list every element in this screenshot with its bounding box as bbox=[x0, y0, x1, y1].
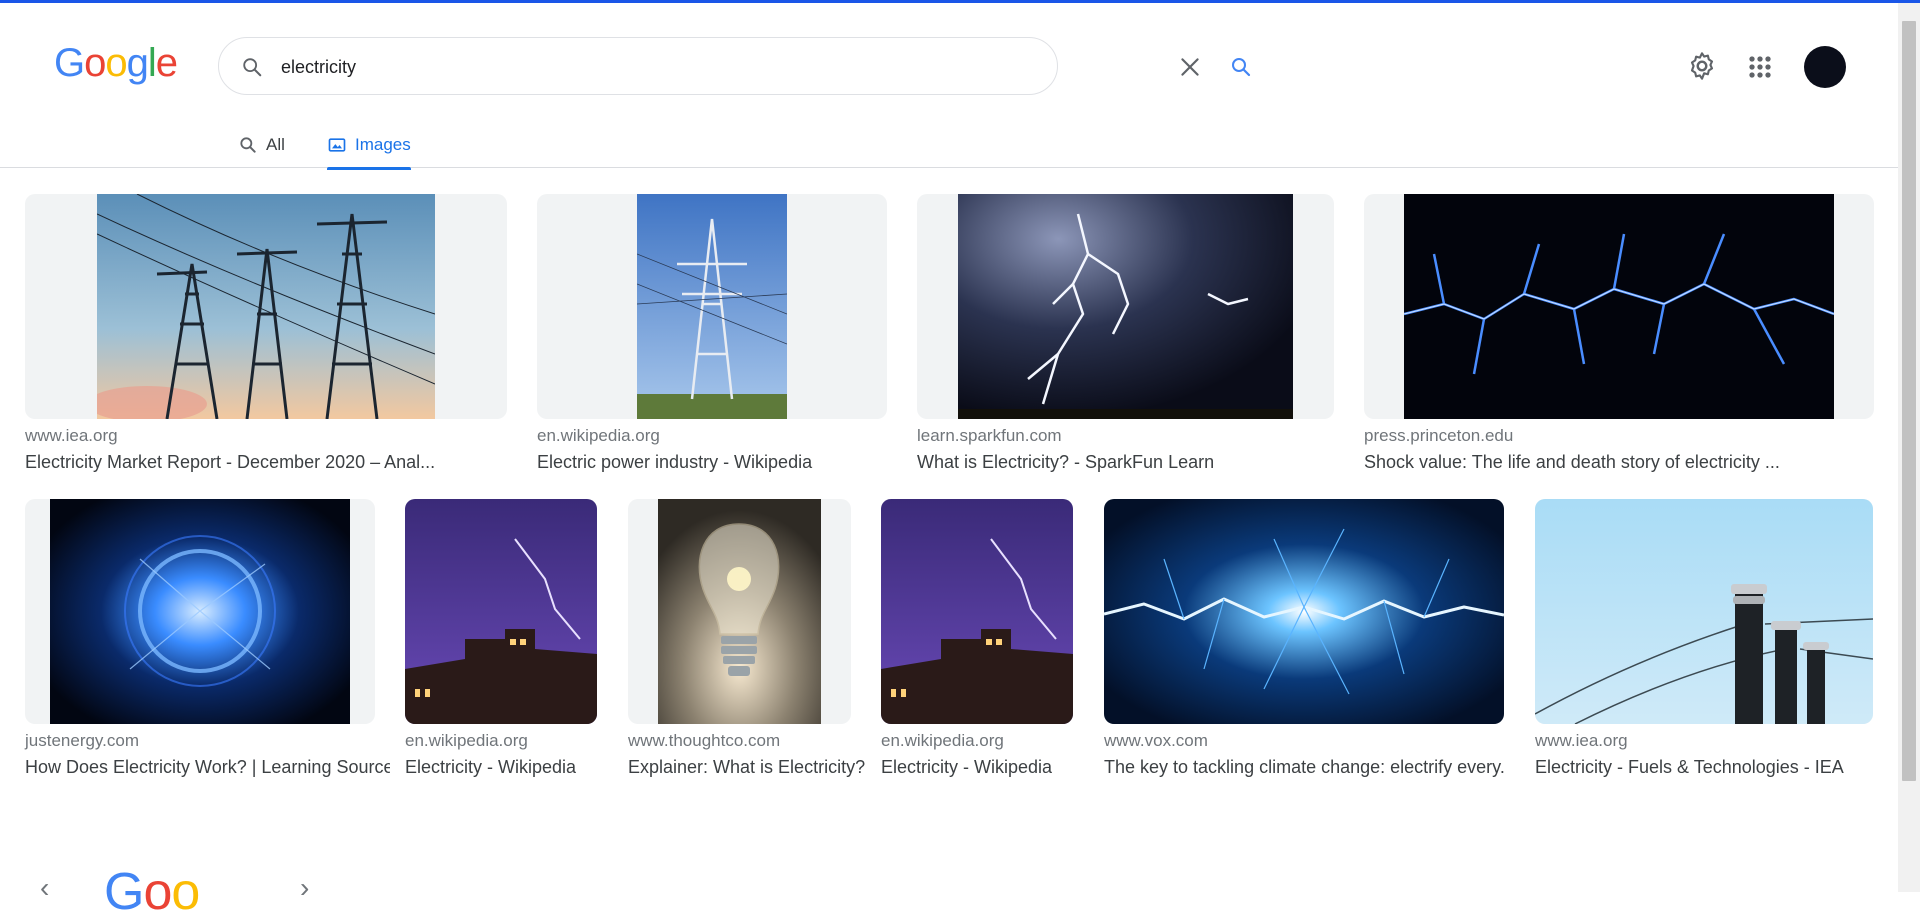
result-title[interactable]: Electricity Market Report - December 202… bbox=[25, 452, 507, 473]
search-box bbox=[218, 37, 1251, 95]
lightning-storm-image bbox=[958, 194, 1293, 419]
power-pylons-image bbox=[97, 194, 435, 419]
result-thumbnail-frame[interactable] bbox=[25, 194, 507, 419]
result-source[interactable]: justenergy.com bbox=[25, 731, 139, 751]
result-thumbnail-frame[interactable] bbox=[628, 499, 851, 724]
result-thumbnail-frame[interactable] bbox=[405, 499, 597, 724]
search-icon bbox=[240, 137, 256, 153]
image-result-card[interactable]: www.vox.com The key to tackling climate … bbox=[1104, 499, 1504, 789]
search-tabs: All Images bbox=[0, 121, 1898, 171]
image-result-card[interactable]: en.wikipedia.org Electricity - Wikipedia bbox=[881, 499, 1073, 789]
result-thumbnail-frame[interactable] bbox=[1535, 499, 1873, 724]
logo-letter: o bbox=[84, 41, 106, 85]
result-title[interactable]: Electricity - Fuels & Technologies - IEA bbox=[1535, 757, 1873, 778]
search-icon bbox=[243, 58, 262, 77]
google-logo[interactable]: Google bbox=[54, 41, 178, 86]
settings-icon[interactable] bbox=[1686, 50, 1718, 82]
tab-all[interactable]: All bbox=[238, 121, 285, 169]
result-title[interactable]: What is Electricity? - SparkFun Learn bbox=[917, 452, 1334, 473]
image-result-card[interactable]: en.wikipedia.org Electricity - Wikipedia bbox=[405, 499, 597, 789]
result-thumbnail-frame[interactable] bbox=[25, 499, 375, 724]
light-bulb-image bbox=[658, 499, 821, 724]
apps-grid-icon[interactable] bbox=[1744, 51, 1776, 83]
blue-electric-arcs-image bbox=[1404, 194, 1834, 419]
lightning-over-building-image bbox=[405, 499, 597, 724]
logo-letter: G bbox=[54, 41, 85, 85]
previous-page-arrow[interactable]: ‹ bbox=[40, 872, 49, 904]
result-title[interactable]: The key to tackling climate change: elec… bbox=[1104, 757, 1504, 778]
insulators-power-lines-image bbox=[1535, 499, 1873, 724]
image-result-card[interactable]: www.iea.org Electricity - Fuels & Techno… bbox=[1535, 499, 1873, 789]
logo-letter: e bbox=[155, 41, 178, 85]
result-source[interactable]: en.wikipedia.org bbox=[537, 426, 660, 446]
tab-images[interactable]: Images bbox=[327, 121, 411, 170]
logo-letter: g bbox=[126, 41, 149, 85]
result-source[interactable]: learn.sparkfun.com bbox=[917, 426, 1062, 446]
result-source[interactable]: press.princeton.edu bbox=[1364, 426, 1513, 446]
result-thumbnail-frame[interactable] bbox=[917, 194, 1334, 419]
vertical-scrollbar[interactable] bbox=[1898, 3, 1920, 892]
result-thumbnail-frame[interactable] bbox=[1104, 499, 1504, 724]
account-avatar[interactable] bbox=[1804, 46, 1846, 88]
header: Google All bbox=[0, 3, 1898, 171]
result-title[interactable]: How Does Electricity Work? | Learning So… bbox=[25, 757, 390, 778]
result-source[interactable]: www.iea.org bbox=[25, 426, 118, 446]
clear-icon[interactable] bbox=[1177, 54, 1203, 80]
result-source[interactable]: en.wikipedia.org bbox=[881, 731, 1004, 751]
result-title[interactable]: Electric power industry - Wikipedia bbox=[537, 452, 887, 473]
result-source[interactable]: www.iea.org bbox=[1535, 731, 1628, 751]
image-result-card[interactable]: learn.sparkfun.com What is Electricity? … bbox=[917, 194, 1334, 484]
image-result-card[interactable]: justenergy.com How Does Electricity Work… bbox=[25, 499, 390, 789]
result-title[interactable]: Explainer: What is Electricity? bbox=[628, 757, 868, 778]
scrollbar-thumb[interactable] bbox=[1902, 21, 1916, 781]
result-title[interactable]: Shock value: The life and death story of… bbox=[1364, 452, 1874, 473]
transmission-tower-image bbox=[637, 194, 787, 419]
footer-logo-letter: G bbox=[104, 863, 144, 921]
image-result-card[interactable]: www.thoughtco.com Explainer: What is Ele… bbox=[628, 499, 865, 789]
result-title[interactable]: Electricity - Wikipedia bbox=[881, 757, 1073, 778]
plasma-energy-ball-image bbox=[50, 499, 350, 724]
search-input[interactable] bbox=[281, 50, 921, 84]
electric-discharge-image bbox=[1104, 499, 1504, 724]
tab-all-label: All bbox=[266, 135, 285, 154]
footer-google-logo: Goo bbox=[104, 862, 200, 922]
search-submit-icon[interactable] bbox=[1229, 55, 1253, 79]
next-page-arrow[interactable]: › bbox=[300, 872, 309, 904]
result-title[interactable]: Electricity - Wikipedia bbox=[405, 757, 597, 778]
result-thumbnail-frame[interactable] bbox=[881, 499, 1073, 724]
lightning-over-building-image bbox=[881, 499, 1073, 724]
result-thumbnail-frame[interactable] bbox=[537, 194, 887, 419]
result-source[interactable]: en.wikipedia.org bbox=[405, 731, 528, 751]
tab-images-label: Images bbox=[355, 135, 411, 154]
footer-logo-letter: o bbox=[143, 863, 172, 921]
image-result-card[interactable]: www.iea.org Electricity Market Report - … bbox=[25, 194, 507, 484]
image-result-card[interactable]: en.wikipedia.org Electric power industry… bbox=[537, 194, 887, 484]
result-thumbnail-frame[interactable] bbox=[1364, 194, 1874, 419]
image-icon bbox=[328, 138, 346, 152]
logo-letter: l bbox=[147, 41, 157, 85]
image-result-card[interactable]: press.princeton.edu Shock value: The lif… bbox=[1364, 194, 1874, 484]
logo-letter: o bbox=[105, 41, 127, 85]
result-source[interactable]: www.vox.com bbox=[1104, 731, 1208, 751]
footer-logo-letter: o bbox=[171, 863, 200, 921]
result-source[interactable]: www.thoughtco.com bbox=[628, 731, 780, 751]
